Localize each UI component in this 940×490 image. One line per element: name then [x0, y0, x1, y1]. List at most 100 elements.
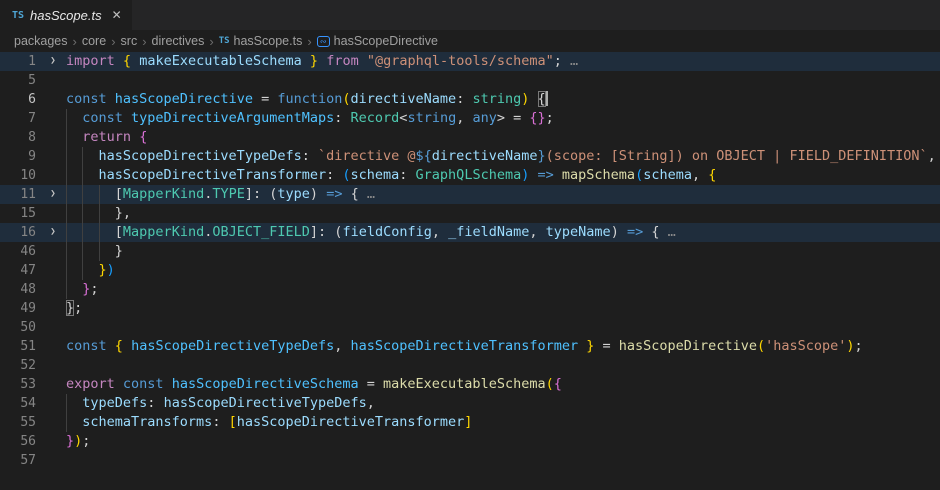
line-number[interactable]: 1	[0, 52, 40, 71]
code-line[interactable]: 46 }	[0, 242, 940, 261]
code-line[interactable]: 15 },	[0, 204, 940, 223]
code-line[interactable]: 50	[0, 318, 940, 337]
folded-region-ellipsis[interactable]: …	[562, 53, 578, 69]
line-number[interactable]: 9	[0, 147, 40, 166]
code-line[interactable]: 56});	[0, 432, 940, 451]
token: (	[342, 91, 350, 107]
code-line[interactable]: 5	[0, 71, 940, 90]
code-line[interactable]: 1❯import { makeExecutableSchema } from "…	[0, 52, 940, 71]
token: {	[115, 338, 123, 354]
token: {	[123, 53, 131, 69]
line-number[interactable]: 46	[0, 242, 40, 261]
code-line[interactable]: 54 typeDefs: hasScopeDirectiveTypeDefs,	[0, 394, 940, 413]
indent-guide	[99, 185, 100, 204]
token	[66, 281, 82, 297]
line-number[interactable]: 48	[0, 280, 40, 299]
line-number[interactable]: 57	[0, 451, 40, 470]
fold-chevron-icon[interactable]: ❯	[40, 52, 66, 71]
code-text: };	[66, 299, 940, 318]
token	[115, 53, 123, 69]
line-number[interactable]: 50	[0, 318, 40, 337]
line-number[interactable]: 47	[0, 261, 40, 280]
tab-hasscope[interactable]: TS hasScope.ts ✕	[0, 0, 132, 30]
close-icon[interactable]: ✕	[112, 8, 122, 22]
token: type	[277, 186, 310, 202]
token	[66, 243, 115, 259]
token: ,	[334, 338, 350, 354]
code-line[interactable]: 53export const hasScopeDirectiveSchema =…	[0, 375, 940, 394]
breadcrumb-item-packages[interactable]: packages	[14, 34, 68, 48]
code-line[interactable]: 16❯ [MapperKind.OBJECT_FIELD]: (fieldCon…	[0, 223, 940, 242]
line-number[interactable]: 6	[0, 90, 40, 109]
code-line[interactable]: 49};	[0, 299, 940, 318]
line-number[interactable]: 54	[0, 394, 40, 413]
token: string	[472, 91, 521, 107]
line-number[interactable]: 55	[0, 413, 40, 432]
code-line[interactable]: 7 const typeDirectiveArgumentMaps: Recor…	[0, 109, 940, 128]
token: :	[147, 395, 163, 411]
breadcrumb-item-hasscope-ts[interactable]: TShasScope.ts	[219, 34, 303, 48]
fold-gutter	[40, 432, 66, 451]
code-line[interactable]: 47 })	[0, 261, 940, 280]
folded-region-ellipsis[interactable]: …	[359, 186, 375, 202]
code-line[interactable]: 8 return {	[0, 128, 940, 147]
code-line[interactable]: 10 hasScopeDirectiveTransformer: (schema…	[0, 166, 940, 185]
token: schemaTransforms	[82, 414, 212, 430]
breadcrumb-separator: ›	[307, 34, 311, 49]
code-line[interactable]: 11❯ [MapperKind.TYPE]: (type) => { …	[0, 185, 940, 204]
code-line[interactable]: 6const hasScopeDirective = function(dire…	[0, 90, 940, 109]
line-number[interactable]: 49	[0, 299, 40, 318]
line-number[interactable]: 56	[0, 432, 40, 451]
line-number[interactable]: 51	[0, 337, 40, 356]
fold-chevron-icon[interactable]: ❯	[40, 185, 66, 204]
token	[554, 167, 562, 183]
code-line[interactable]: 55 schemaTransforms: [hasScopeDirectiveT…	[0, 413, 940, 432]
code-line[interactable]: 51const { hasScopeDirectiveTypeDefs, has…	[0, 337, 940, 356]
code-line[interactable]: 48 };	[0, 280, 940, 299]
fold-gutter	[40, 71, 66, 90]
line-number[interactable]: 52	[0, 356, 40, 375]
indent-guide	[66, 223, 67, 242]
line-number[interactable]: 53	[0, 375, 40, 394]
code-editor: 1❯import { makeExecutableSchema } from "…	[0, 52, 940, 470]
text-cursor	[546, 91, 548, 106]
token: ${	[416, 148, 432, 164]
folded-region-ellipsis[interactable]: …	[660, 224, 676, 240]
breadcrumb-separator: ›	[142, 34, 146, 49]
code-text: });	[66, 432, 940, 451]
line-number[interactable]: 8	[0, 128, 40, 147]
token: ,	[692, 167, 708, 183]
line-number[interactable]: 10	[0, 166, 40, 185]
token: )	[611, 224, 619, 240]
token: )	[846, 338, 854, 354]
token: =	[359, 376, 383, 392]
fold-chevron-icon[interactable]: ❯	[40, 223, 66, 242]
breadcrumb-item-core[interactable]: core	[82, 34, 106, 48]
code-text: typeDefs: hasScopeDirectiveTypeDefs,	[66, 394, 940, 413]
code-text: hasScopeDirectiveTypeDefs: `directive @$…	[66, 147, 940, 166]
token: "@graphql-tools/schema"	[367, 53, 554, 69]
token: :	[334, 110, 350, 126]
breadcrumb-item-src[interactable]: src	[121, 34, 138, 48]
code-line[interactable]: 57	[0, 451, 940, 470]
breadcrumb-label: hasScope.ts	[234, 34, 303, 48]
token: :	[318, 224, 334, 240]
token: {	[351, 186, 359, 202]
line-number[interactable]: 16	[0, 223, 40, 242]
fold-gutter	[40, 166, 66, 185]
token	[115, 376, 123, 392]
code-line[interactable]: 9 hasScopeDirectiveTypeDefs: `directive …	[0, 147, 940, 166]
token: GraphQLSchema	[416, 167, 522, 183]
breadcrumb-item-hasscopedirective[interactable]: ∾hasScopeDirective	[317, 34, 438, 48]
token: }	[66, 300, 74, 316]
line-number[interactable]: 5	[0, 71, 40, 90]
line-number[interactable]: 7	[0, 109, 40, 128]
token: }	[537, 148, 545, 164]
token: (	[342, 167, 350, 183]
code-line[interactable]: 52	[0, 356, 940, 375]
breadcrumb-item-directives[interactable]: directives	[152, 34, 205, 48]
line-number[interactable]: 11	[0, 185, 40, 204]
line-number[interactable]: 15	[0, 204, 40, 223]
breadcrumb-separator: ›	[111, 34, 115, 49]
token: typeDefs	[82, 395, 147, 411]
